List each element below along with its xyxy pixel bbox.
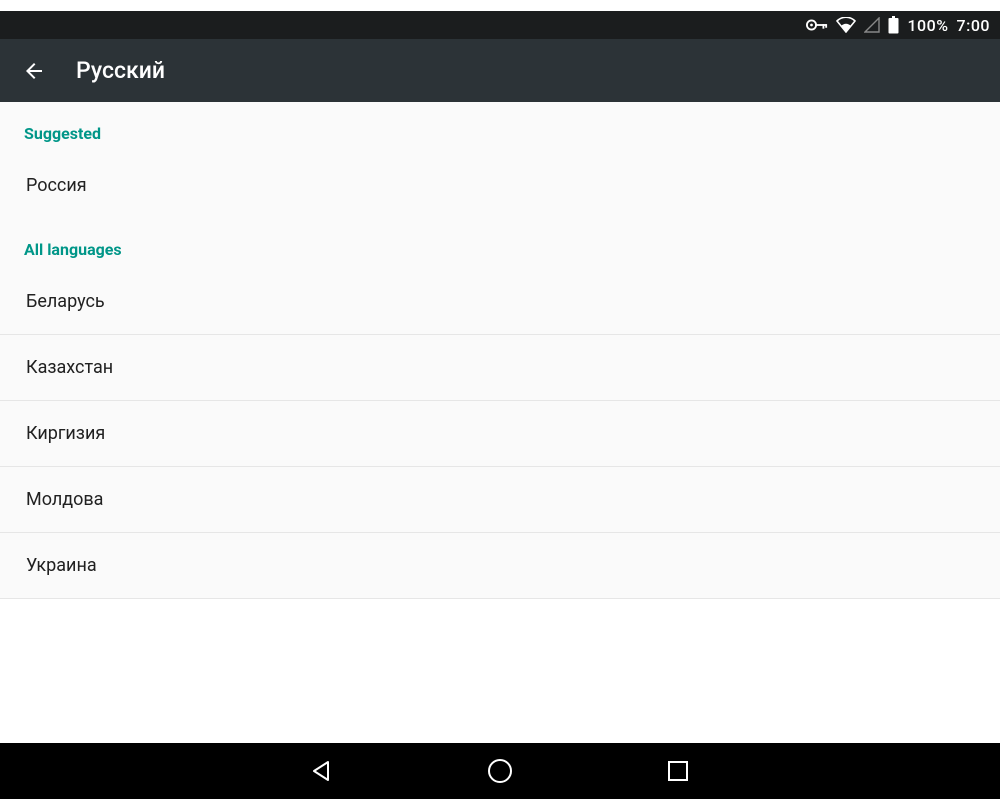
square-recent-icon <box>667 760 689 782</box>
navigation-bar <box>0 743 1000 799</box>
section-header-suggested: Suggested <box>0 102 1000 153</box>
nav-back-button[interactable] <box>308 757 336 785</box>
list-item-label: Россия <box>26 175 87 196</box>
page-title: Русский <box>76 57 165 84</box>
list-item-label: Казахстан <box>26 357 113 378</box>
status-bar: 100% 7:00 <box>0 11 1000 39</box>
back-button[interactable] <box>22 59 46 83</box>
list-item-kyrgyzstan[interactable]: Киргизия <box>0 401 1000 467</box>
arrow-back-icon <box>22 59 46 83</box>
list-item-moldova[interactable]: Молдова <box>0 467 1000 533</box>
list-item-label: Молдова <box>26 489 103 510</box>
signal-icon <box>864 17 880 33</box>
battery-icon <box>888 16 899 34</box>
app-bar: Русский <box>0 39 1000 102</box>
device-frame: 100% 7:00 Русский Suggested Россия All l… <box>0 11 1000 599</box>
list-item-label: Украина <box>26 555 97 576</box>
nav-recent-button[interactable] <box>664 757 692 785</box>
list-item-label: Киргизия <box>26 423 105 444</box>
list-item-kazakhstan[interactable]: Казахстан <box>0 335 1000 401</box>
wifi-icon <box>836 17 856 33</box>
circle-home-icon <box>487 758 513 784</box>
list-item-belarus[interactable]: Беларусь <box>0 269 1000 335</box>
list-item-ukraine[interactable]: Украина <box>0 533 1000 599</box>
list-item-russia[interactable]: Россия <box>0 153 1000 218</box>
list-item-label: Беларусь <box>26 291 105 312</box>
clock: 7:00 <box>957 16 991 35</box>
triangle-back-icon <box>310 759 334 783</box>
content-area: Suggested Россия All languages Беларусь … <box>0 102 1000 599</box>
vpn-key-icon <box>806 19 828 31</box>
section-header-all: All languages <box>0 218 1000 269</box>
battery-percentage: 100% <box>907 16 948 35</box>
nav-home-button[interactable] <box>486 757 514 785</box>
screen-outer: 100% 7:00 Русский Suggested Россия All l… <box>0 0 1000 805</box>
